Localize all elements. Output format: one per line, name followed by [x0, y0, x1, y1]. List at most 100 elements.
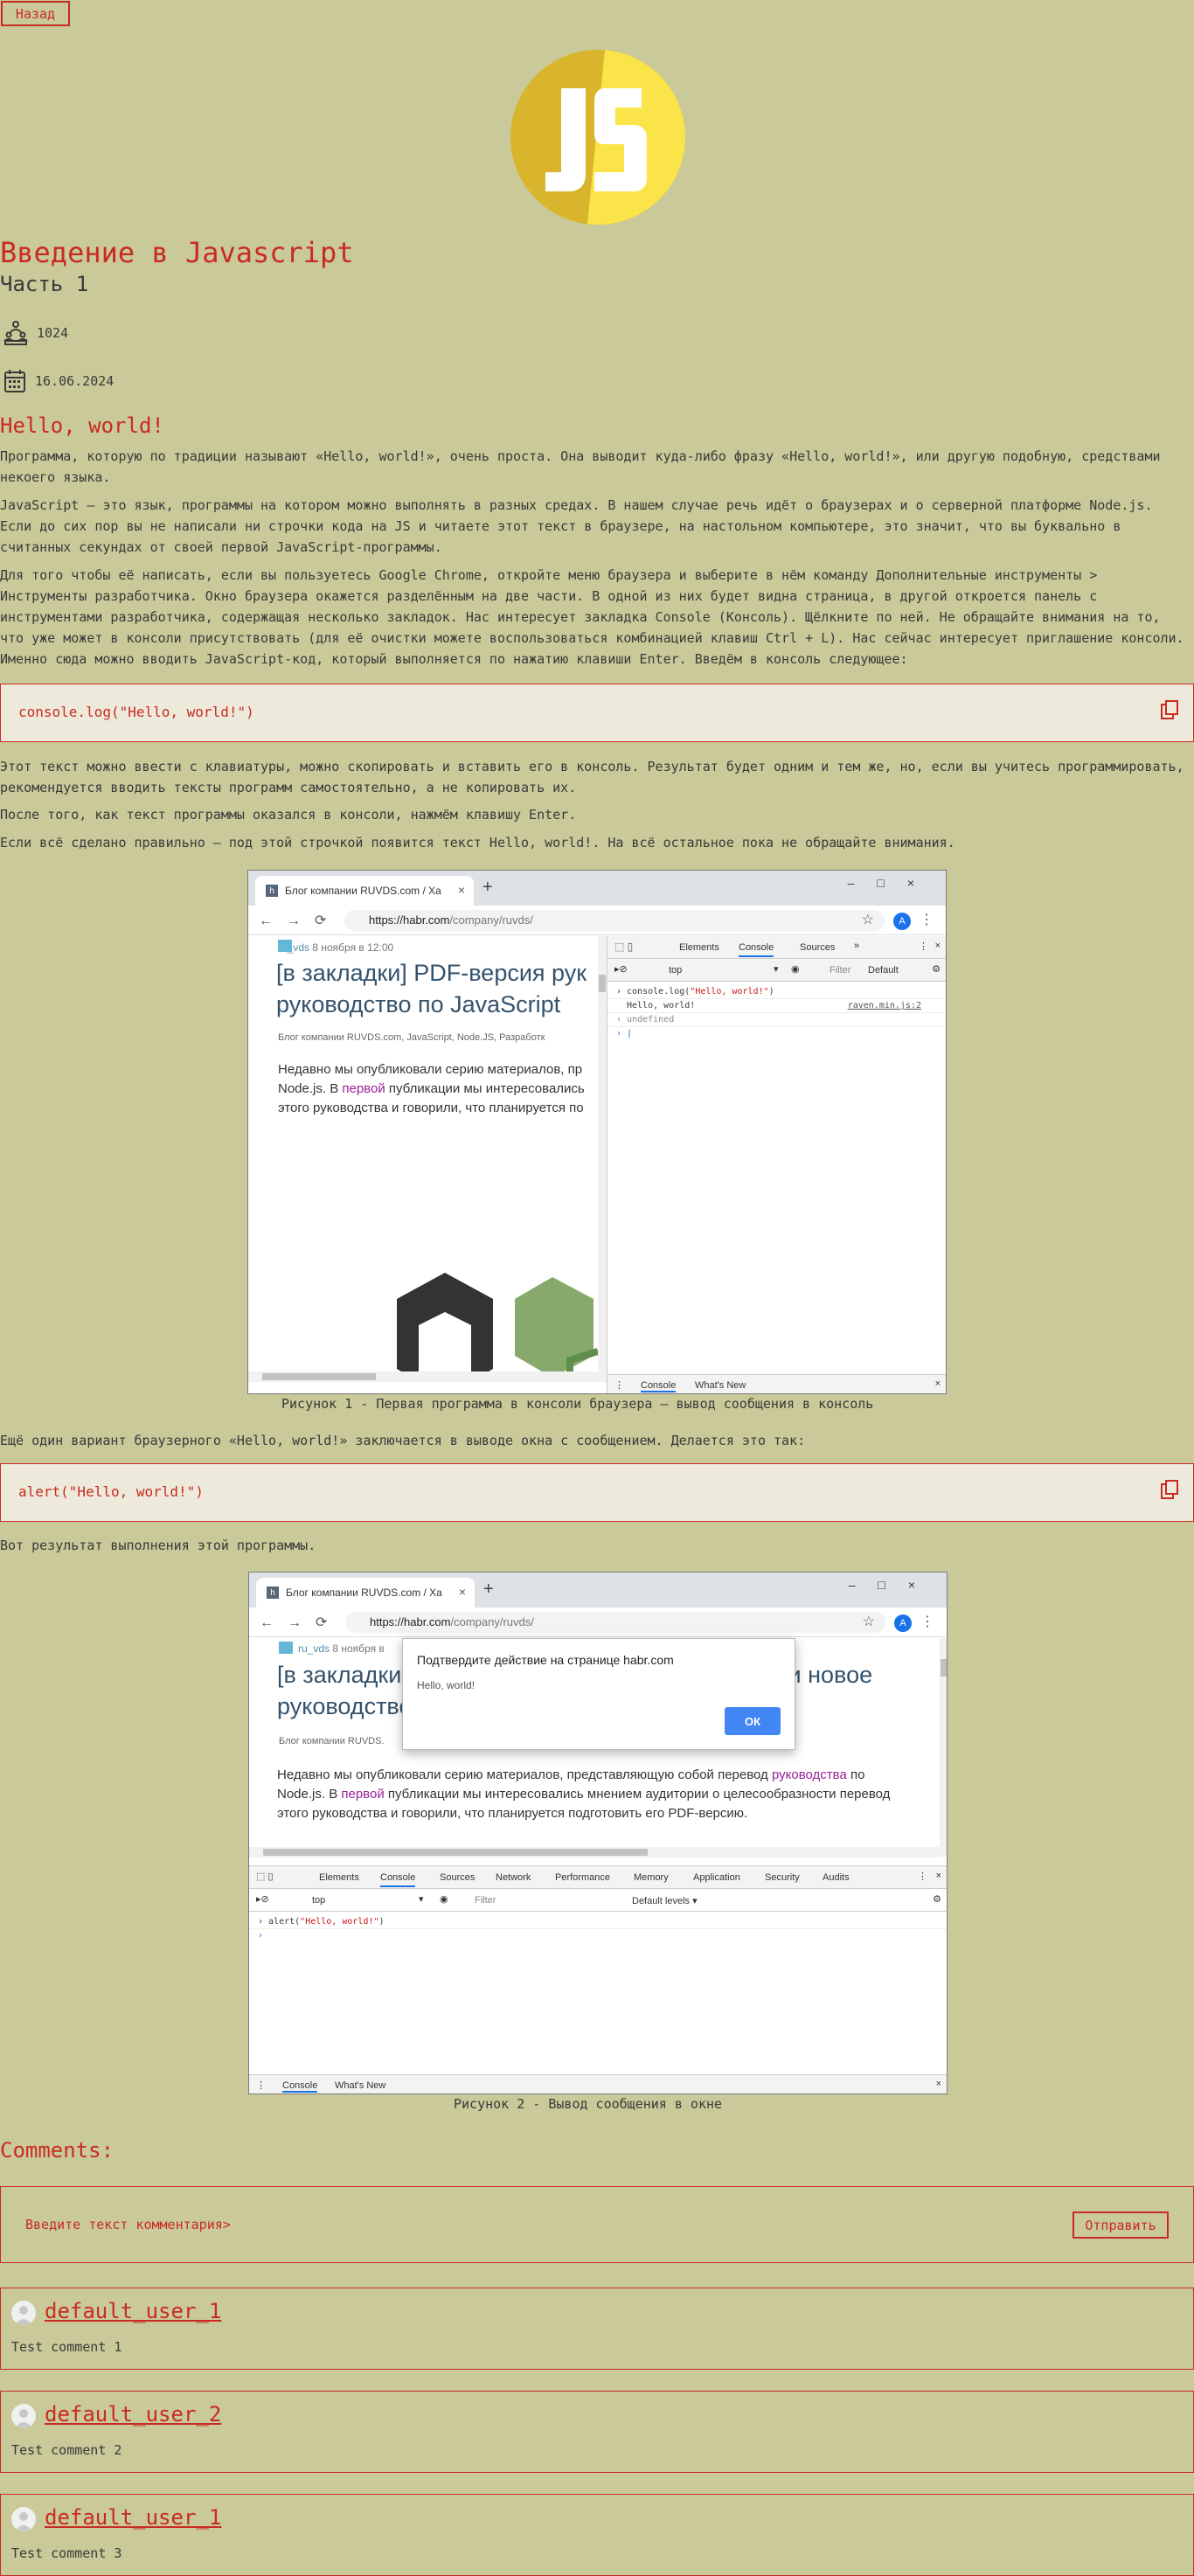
alert-dialog: Подтвердите действие на странице habr.co… — [402, 1638, 795, 1750]
dialog-title: Подтвердите действие на странице habr.co… — [417, 1653, 674, 1667]
back-button[interactable]: Назад — [1, 1, 70, 26]
calendar-icon — [3, 369, 26, 393]
screenshot-alert: h Блог компании RUVDS.com / Xa × + –□× ←… — [248, 1572, 948, 2094]
close-icon: × — [458, 1585, 466, 1599]
paragraph-5: После того, как текст программы оказался… — [0, 807, 577, 823]
menu-icon: ⋮ — [920, 1614, 934, 1629]
gear-icon: ⚙ — [932, 964, 941, 975]
nav-arrows-icon: ←→⟳ — [259, 913, 341, 928]
close-icon: × — [935, 1871, 941, 1881]
comment-input[interactable]: Введите текст комментария> — [25, 2217, 231, 2232]
comment-username[interactable]: default_user_2 — [45, 2402, 221, 2427]
chevron-down-icon: ▾ — [774, 964, 779, 975]
post-body: Недавно мы опубликовали серию материалов… — [277, 1767, 891, 1821]
menu-icon: ⋮ — [920, 913, 934, 927]
tab-sources: Sources — [800, 942, 836, 953]
close-icon: × — [934, 1378, 941, 1389]
levels-select: Default — [868, 965, 899, 976]
chevron-down-icon: ▾ — [419, 1894, 424, 1905]
javascript-logo — [510, 50, 685, 225]
url-field: https://habr.com/company/ruvds/ — [344, 910, 885, 931]
context-select: top — [669, 965, 683, 976]
habr-favicon: h — [266, 885, 278, 897]
habr-favicon: h — [267, 1587, 279, 1599]
post-hubs: Блог компании RUVDS.com, JavaScript, Nod… — [278, 1032, 545, 1043]
paragraph-8: Вот результат выполнения этой программы. — [0, 1538, 316, 1553]
paragraph-6: Если всё сделано правильно — под этой ст… — [0, 835, 955, 851]
code-block-2: alert("Hello, world!") — [0, 1463, 1194, 1522]
post-hubs: Блог компании RUVDS. — [279, 1736, 385, 1746]
tab-elements: Elements — [679, 942, 719, 953]
copy-icon[interactable] — [1160, 1479, 1179, 1503]
window-controls: –□× — [848, 1578, 938, 1592]
inspect-icon: ⬚ ▯ — [614, 941, 634, 953]
address-bar: ←→⟳ https://habr.com/company/ruvds/ ☆ A … — [248, 906, 946, 935]
comment-item: default_user_2 Test comment 2 — [0, 2391, 1194, 2473]
gear-icon: ⚙ — [933, 1894, 941, 1905]
paragraph-1: Программа, которую по традиции называют … — [0, 448, 1161, 485]
paragraph-2: JavaScript — это язык, программы на кото… — [0, 497, 1153, 555]
browser-tab: h Блог компании RUVDS.com / Ха × — [255, 876, 474, 906]
views-count: 1024 — [37, 325, 69, 341]
date-meta: 16.06.2024 — [3, 369, 114, 393]
scrollbar[interactable] — [598, 936, 607, 1382]
send-button[interactable]: Отправить — [1073, 2211, 1169, 2239]
user-icon — [278, 940, 292, 952]
user-icon — [279, 1642, 293, 1654]
post-title: [в закладки — [277, 1662, 402, 1688]
devtools-tabbar: ⬚ ▯ Elements Console Sources Network Per… — [249, 1866, 947, 1889]
kebab-icon: ⋮ — [919, 941, 928, 952]
code-text: console.log("Hello, world!") — [18, 704, 254, 720]
comment-item: default_user_1 Test comment 1 — [0, 2288, 1194, 2370]
dialog-message: Hello, world! — [417, 1679, 476, 1691]
kebab-icon: ⋮ — [918, 1871, 927, 1882]
publish-date: 16.06.2024 — [35, 373, 115, 389]
close-icon: × — [935, 2079, 941, 2089]
post-title-line2: руководство — [277, 1693, 413, 1719]
eye-icon: ◉ — [440, 1894, 448, 1905]
comment-username[interactable]: default_user_1 — [45, 2299, 221, 2323]
close-icon: × — [457, 883, 465, 897]
code-text: alert("Hello, world!") — [18, 1483, 204, 1500]
section-heading: Hello, world! — [0, 413, 164, 438]
drawer-tab-whats-new: What's New — [695, 1380, 746, 1391]
comment-text: Test comment 1 — [11, 2339, 122, 2355]
paragraph-7: Ещё один вариант браузерного «Hello, wor… — [0, 1433, 806, 1448]
page-title: Введение в Javascript — [0, 236, 354, 269]
new-tab-icon: + — [482, 878, 493, 897]
browser-tabbar: h Блог компании RUVDS.com / Ха × + –□× — [248, 871, 946, 906]
dialog-ok-button[interactable]: ОК — [725, 1707, 781, 1735]
avatar: A — [893, 913, 911, 930]
sidebar-icon: ▸⊘ — [256, 1894, 269, 1905]
nav-arrows-icon: ←→⟳ — [260, 1615, 342, 1630]
comment-item: default_user_1 Test comment 3 — [0, 2494, 1194, 2576]
star-icon: ☆ — [862, 1614, 875, 1629]
comments-heading: Comments: — [0, 2138, 115, 2163]
comment-username[interactable]: default_user_1 — [45, 2505, 221, 2530]
paragraph-4: Этот текст можно ввести с клавиатуры, мо… — [0, 759, 1184, 795]
window-controls: –□× — [847, 876, 937, 890]
console-toolbar: ▸⊘ top ▾ ◉ Filter Default levels ▾ ⚙ — [249, 1889, 947, 1912]
copy-icon[interactable] — [1160, 699, 1179, 724]
avatar — [11, 2507, 36, 2531]
author-name: ru_vds — [298, 1642, 330, 1655]
star-icon: ☆ — [861, 913, 874, 927]
new-tab-icon: + — [483, 1580, 494, 1599]
close-icon: × — [934, 941, 941, 951]
url-field: https://habr.com/company/ruvds/ — [345, 1612, 885, 1633]
drawer-tab-console: Console — [641, 1380, 677, 1392]
avatar — [11, 2404, 36, 2428]
post-date: 8 ноября в — [332, 1642, 385, 1655]
avatar: A — [894, 1614, 912, 1632]
browser-tabbar: h Блог компании RUVDS.com / Xa × + –□× — [249, 1573, 947, 1607]
address-bar: ←→⟳ https://habr.com/company/ruvds/ ☆ A … — [249, 1607, 947, 1637]
page-pane: ru_vds 8 ноября в 12:00 [в закладки] PDF… — [248, 936, 607, 1382]
figure-caption-2: Рисунок 2 - Вывод сообщения в окне — [454, 2096, 723, 2112]
avatar — [11, 2301, 36, 2325]
post-title: [в закладки] PDF-версия рук руководство … — [276, 960, 587, 1017]
eye-icon: ◉ — [791, 964, 800, 975]
post-date: 8 ноября в 12:00 — [312, 941, 394, 954]
tab-console: Console — [739, 942, 774, 957]
post-body: Недавно мы опубликовали серию материалов… — [278, 1062, 585, 1115]
screenshot-console: h Блог компании RUVDS.com / Ха × + –□× ←… — [247, 870, 947, 1394]
